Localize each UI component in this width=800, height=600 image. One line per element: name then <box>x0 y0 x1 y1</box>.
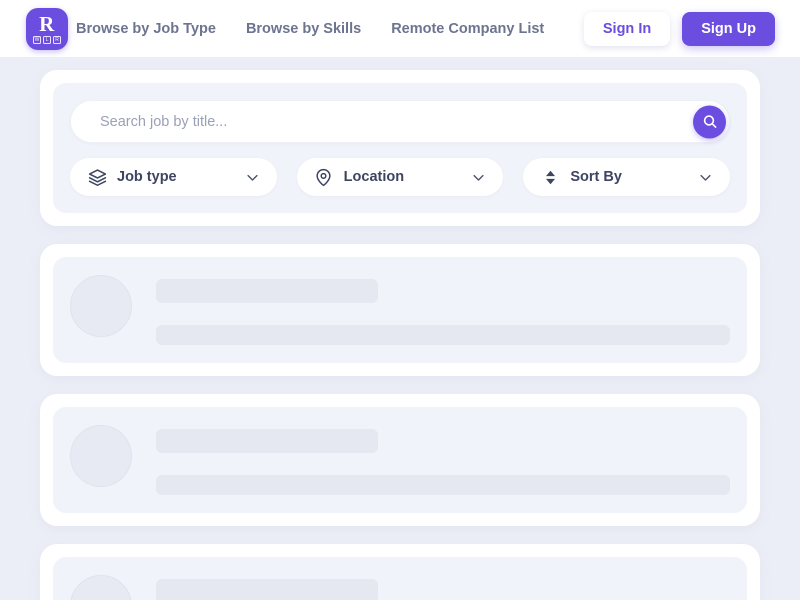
search-input[interactable] <box>70 100 730 143</box>
nav-link-browse-by-job-type[interactable]: Browse by Job Type <box>76 21 216 37</box>
sign-up-button[interactable]: Sign Up <box>682 11 775 46</box>
sign-in-button[interactable]: Sign In <box>583 11 671 46</box>
job-meta-placeholder <box>156 325 730 345</box>
job-skeleton-panel <box>53 257 747 363</box>
filter-location-label: Location <box>343 169 405 185</box>
logo-badge-2: L <box>43 36 51 44</box>
page-body: Job type Location <box>0 57 800 600</box>
chevron-down-icon <box>245 170 260 185</box>
layers-icon <box>87 168 107 187</box>
filter-row: Job type Location Sort By <box>70 158 731 196</box>
job-text-placeholders <box>156 275 730 345</box>
primary-nav: Browse by Job Type Browse by Skills Remo… <box>76 21 544 37</box>
filter-sort-by[interactable]: Sort By <box>523 158 731 196</box>
search-card: Job type Location <box>40 70 760 226</box>
chevron-down-icon <box>471 170 486 185</box>
job-meta-placeholder <box>156 475 730 495</box>
job-skeleton-card-3 <box>40 544 760 600</box>
filter-sort-by-label: Sort By <box>570 169 622 185</box>
logo-badge-3: R <box>53 36 61 44</box>
search-row <box>70 100 730 143</box>
job-skeleton-panel <box>53 407 747 513</box>
sort-arrows-icon <box>540 168 560 187</box>
job-text-placeholders <box>156 575 730 600</box>
job-title-placeholder <box>156 429 378 453</box>
company-logo-placeholder <box>70 425 132 487</box>
job-skeleton-card-1 <box>40 244 760 376</box>
filter-location[interactable]: Location <box>296 158 504 196</box>
logo-badge-1: W <box>33 36 41 44</box>
nav-link-remote-company-list[interactable]: Remote Company List <box>391 21 544 37</box>
chevron-down-icon <box>698 170 713 185</box>
search-icon <box>703 115 716 128</box>
nav-actions: Sign In Sign Up <box>583 11 775 46</box>
job-text-placeholders <box>156 425 730 495</box>
filter-job-type-label: Job type <box>117 169 177 185</box>
search-panel: Job type Location <box>53 83 747 213</box>
job-skeleton-card-2 <box>40 394 760 526</box>
remote-jobs-logo[interactable]: R W L R <box>26 7 68 50</box>
logo-letter: R <box>39 12 55 36</box>
search-submit-button[interactable] <box>693 105 726 138</box>
company-logo-placeholder <box>70 575 132 600</box>
map-pin-icon <box>314 168 334 187</box>
filter-job-type[interactable]: Job type <box>70 158 277 196</box>
top-navbar: R W L R Browse by Job Type Browse by Ski… <box>0 0 800 57</box>
job-title-placeholder <box>156 279 378 303</box>
company-logo-placeholder <box>70 275 132 337</box>
job-title-placeholder <box>156 579 378 600</box>
nav-link-browse-by-skills[interactable]: Browse by Skills <box>246 21 361 37</box>
job-skeleton-panel <box>53 557 747 600</box>
logo-badges: W L R <box>33 36 61 44</box>
